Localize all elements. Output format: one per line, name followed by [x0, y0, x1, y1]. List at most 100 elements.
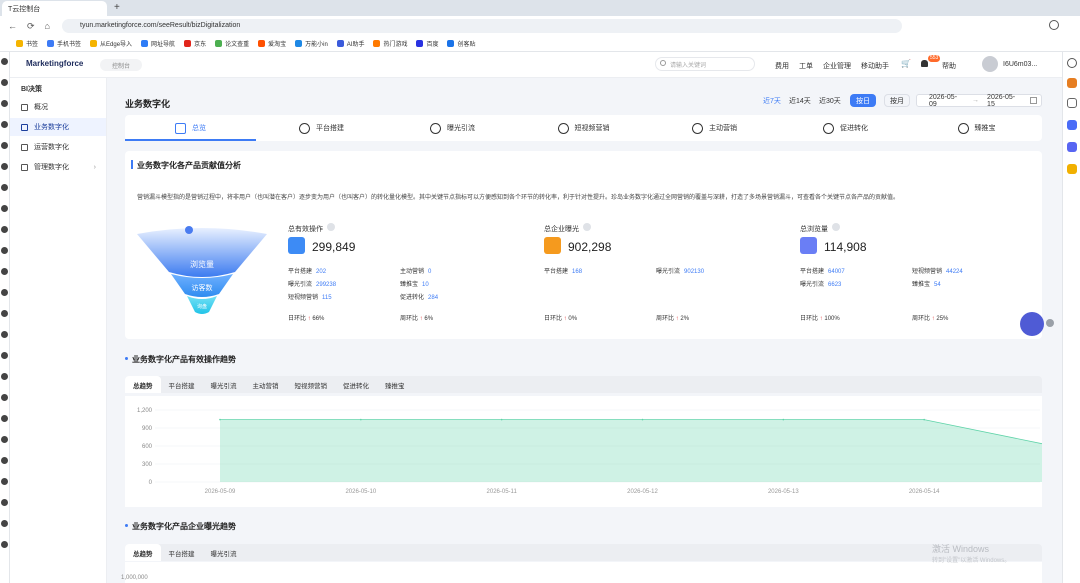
product-tab[interactable]: 曝光引流	[387, 115, 518, 141]
app-icon[interactable]	[1, 457, 8, 464]
app-icon[interactable]	[1, 478, 8, 485]
app-icon[interactable]	[1, 415, 8, 422]
bookmark-item[interactable]: 万能小in	[295, 39, 328, 48]
bookmark-item[interactable]: 从Edge导入	[90, 39, 132, 48]
bell-icon[interactable]	[921, 60, 928, 67]
url-field[interactable]: tyun.marketingforce.com/seeResult/bizDig…	[62, 19, 902, 33]
app-icon[interactable]	[1, 79, 8, 86]
app-icon[interactable]	[1, 247, 8, 254]
nav-tickets[interactable]: 工单	[799, 61, 813, 71]
by-month-button[interactable]: 按月	[884, 94, 910, 107]
trend-tab[interactable]: 曝光引流	[203, 376, 245, 393]
cart-icon[interactable]: 🛒	[901, 59, 911, 68]
bookmark-item[interactable]: 京东	[184, 39, 206, 48]
trend-tab[interactable]: 主动营销	[245, 376, 287, 393]
app-icon[interactable]	[1, 184, 8, 191]
app-icon[interactable]	[1, 289, 8, 296]
product-tabs: 总览 平台搭建 曝光引流 短视频营销 主动营销 促进转化 臻推宝	[125, 115, 1042, 141]
help-link[interactable]: 帮助	[942, 61, 956, 71]
search-icon[interactable]	[1067, 58, 1077, 68]
sidebar-item-business[interactable]: 业务数字化	[10, 118, 106, 136]
date-tab-14d[interactable]: 近14天	[789, 96, 811, 106]
profile-icon[interactable]	[1049, 20, 1059, 30]
trend-tab[interactable]: 臻推宝	[377, 376, 413, 393]
new-tab-icon[interactable]: +	[114, 2, 120, 13]
date-tab-30d[interactable]: 近30天	[819, 96, 841, 106]
date-tab-7d[interactable]: 近7天	[763, 96, 781, 106]
nav-fees[interactable]: 费用	[775, 61, 789, 71]
app-icon[interactable]	[1, 268, 8, 275]
product-tab[interactable]: 臻推宝	[911, 115, 1042, 141]
bookmark-item[interactable]: 网址导航	[141, 39, 175, 48]
app-icon[interactable]	[1, 394, 8, 401]
chat-assistant-icon[interactable]	[1020, 312, 1044, 336]
trend-tab[interactable]: 总趋势	[125, 376, 161, 393]
app-icon[interactable]	[1, 520, 8, 527]
product-tab[interactable]: 主动营销	[649, 115, 780, 141]
exposure-trend-tabs: 总趋势 平台搭建 曝光引流	[125, 544, 1042, 561]
date-range-picker[interactable]: 2026-05-09 → 2026-05-15	[916, 94, 1042, 108]
close-bubble-icon[interactable]	[1046, 319, 1054, 327]
app-icon[interactable]	[1, 352, 8, 359]
back-icon[interactable]: ←	[8, 21, 17, 31]
product-tab-icon	[299, 122, 310, 134]
app-icon[interactable]	[1, 163, 8, 170]
avatar[interactable]	[982, 56, 998, 72]
product-tab[interactable]: 促进转化	[780, 115, 911, 141]
bookmark-item[interactable]: 百度	[416, 39, 438, 48]
metric-sub-item: 曝光引流 299238	[288, 282, 337, 288]
bookmark-item[interactable]: 书签	[16, 39, 38, 48]
trend-tab[interactable]: 总趋势	[125, 544, 161, 561]
metric-name: 总企业曝光	[544, 223, 591, 234]
data-point	[782, 418, 785, 421]
sidebar-item-management[interactable]: 管理数字化 ›	[10, 158, 106, 176]
info-icon[interactable]	[583, 223, 591, 231]
bookmark-item[interactable]: 热门游戏	[373, 39, 407, 48]
app-icon[interactable]	[1, 100, 8, 107]
product-tab[interactable]: 短视频营销	[518, 115, 649, 141]
trend-tab[interactable]: 短视频营销	[287, 376, 336, 393]
trend-tab[interactable]: 平台搭建	[161, 544, 203, 561]
username[interactable]: I6U6m03...	[1003, 61, 1037, 68]
tools-icon[interactable]	[1067, 78, 1077, 88]
app-icon[interactable]	[1, 58, 8, 65]
trend-tab[interactable]: 平台搭建	[161, 376, 203, 393]
app-icon[interactable]	[1, 205, 8, 212]
nav-mobile[interactable]: 移动助手	[861, 61, 889, 71]
x-tick-label: 2026-05-09	[205, 489, 236, 495]
info-icon[interactable]	[832, 223, 840, 231]
game-icon[interactable]	[1067, 142, 1077, 152]
app-icon[interactable]	[1, 121, 8, 128]
series-area	[220, 419, 1042, 482]
product-tab[interactable]: 总览	[125, 115, 256, 141]
sidebar-item-overview[interactable]: 概况	[10, 98, 106, 116]
app-icon[interactable]	[1, 310, 8, 317]
ai-icon[interactable]	[1067, 120, 1077, 130]
by-day-button[interactable]: 按日	[850, 94, 876, 107]
browser-tab[interactable]: T云控制台	[2, 1, 107, 16]
app-icon[interactable]	[1, 226, 8, 233]
bookmark-item[interactable]: 爱淘宝	[258, 39, 286, 48]
app-icon[interactable]	[1, 499, 8, 506]
app-icon[interactable]	[1, 142, 8, 149]
home-icon[interactable]: ⌂	[45, 21, 50, 31]
info-icon[interactable]	[327, 223, 335, 231]
history-icon[interactable]	[1067, 98, 1077, 108]
bookmark-item[interactable]: 论文查重	[215, 39, 249, 48]
search-input[interactable]: 请输入关键词	[655, 57, 755, 71]
app-icon[interactable]	[1, 436, 8, 443]
trend-tab[interactable]: 促进转化	[335, 376, 377, 393]
app-icon[interactable]	[1, 331, 8, 338]
refresh-icon[interactable]: ⟳	[27, 21, 35, 32]
app-icon[interactable]	[1, 541, 8, 548]
bookmark-item[interactable]: AI助手	[336, 39, 364, 48]
trend-tab[interactable]: 曝光引流	[203, 544, 245, 561]
bookmark-item[interactable]: 手机书签	[47, 39, 81, 48]
sidebar-item-operations[interactable]: 运营数字化	[10, 138, 106, 156]
breadcrumb[interactable]: 控制台	[100, 59, 142, 71]
app-icon[interactable]	[1, 373, 8, 380]
wallet-icon[interactable]	[1067, 164, 1077, 174]
product-tab[interactable]: 平台搭建	[256, 115, 387, 141]
bookmark-item[interactable]: 创客贴	[447, 39, 476, 48]
nav-enterprise[interactable]: 企业管理	[823, 61, 851, 71]
